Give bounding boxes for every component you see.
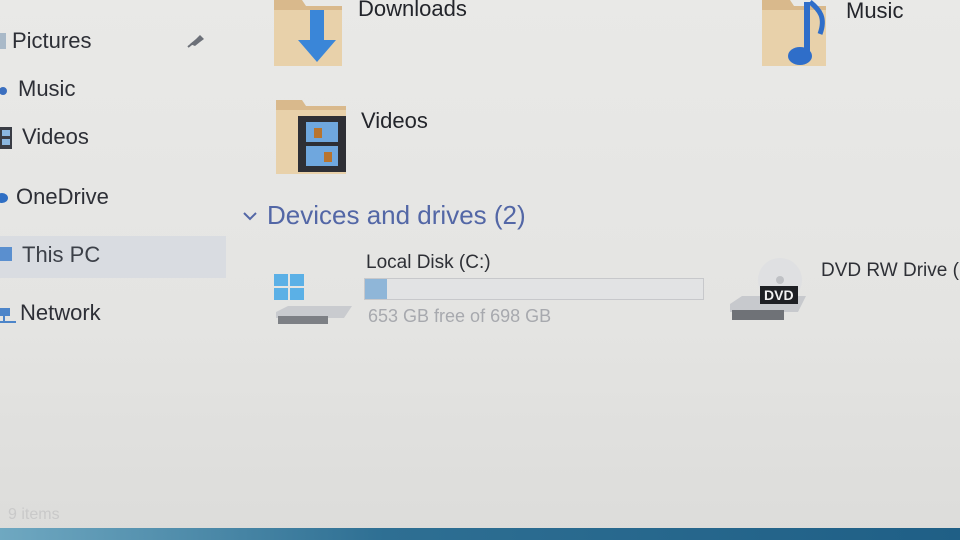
folder-label-downloads: Downloads <box>358 0 467 21</box>
sidebar-item-network[interactable]: Network <box>0 300 101 326</box>
sidebar-item-label: Music <box>18 76 76 101</box>
sidebar-item-label: This PC <box>22 242 101 267</box>
windows-drive-icon <box>272 274 356 332</box>
sidebar-item-label: Network <box>20 300 101 325</box>
drive-free-space: 653 GB free of 698 GB <box>368 306 552 326</box>
videos-icon <box>0 126 14 149</box>
chevron-down-icon <box>243 211 257 220</box>
folder-downloads[interactable] <box>272 0 352 75</box>
drive-name-dvd: DVD RW Drive ( <box>821 260 959 281</box>
folder-label-music: Music <box>846 0 904 23</box>
sidebar-item-pictures[interactable]: Pictures <box>0 28 91 54</box>
sidebar-item-onedrive[interactable]: OneDrive <box>0 184 109 210</box>
pin-icon[interactable] <box>186 32 208 48</box>
music-icon <box>0 78 14 100</box>
this-pc-icon <box>0 244 14 266</box>
sidebar-item-label: Videos <box>22 124 89 149</box>
status-item-count: 9 items <box>8 506 60 523</box>
devices-group-header[interactable]: Devices and drives (2) <box>243 200 526 231</box>
sidebar-item-this-pc[interactable]: This PC <box>0 242 100 268</box>
devices-group-title: Devices and drives (2) <box>267 200 526 230</box>
sidebar-item-label: Pictures <box>12 28 92 53</box>
taskbar-edge <box>0 528 960 540</box>
navigation-pane: Pictures Music Videos OneDrive This PC N… <box>0 0 235 520</box>
music-folder-icon <box>760 0 840 74</box>
folder-music[interactable] <box>760 0 840 75</box>
network-icon <box>0 302 16 324</box>
dvd-drive-icon <box>728 258 810 330</box>
dvd-rw-drive[interactable]: DVD <box>728 256 810 331</box>
folder-label-videos: Videos <box>361 108 428 133</box>
status-bar: 9 items <box>0 500 960 528</box>
local-disk-c[interactable] <box>272 272 356 333</box>
onedrive-icon <box>0 186 14 208</box>
capacity-bar-fill <box>365 279 387 299</box>
videos-folder-icon <box>274 100 354 182</box>
capacity-bar <box>364 278 704 300</box>
folder-videos[interactable] <box>274 98 354 183</box>
sidebar-item-videos[interactable]: Videos <box>0 124 89 150</box>
sidebar-item-label: OneDrive <box>16 184 109 209</box>
sidebar-item-music[interactable]: Music <box>0 76 75 102</box>
dvd-badge: DVD <box>760 286 798 304</box>
drive-name-c: Local Disk (C:) <box>366 252 491 273</box>
download-folder-icon <box>272 0 352 74</box>
